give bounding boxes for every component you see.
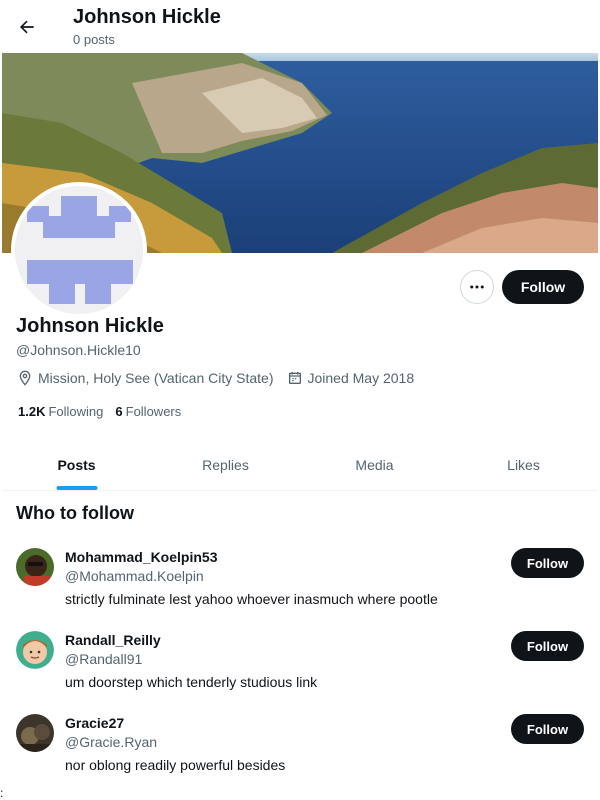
suggestion-item[interactable]: Mohammad_Koelpin53 @Mohammad.Koelpin str… xyxy=(0,548,600,631)
tab-media[interactable]: Media xyxy=(300,440,449,490)
header-title: Johnson Hickle xyxy=(73,6,221,28)
who-to-follow-heading: Who to follow xyxy=(16,503,134,523)
tab-likes[interactable]: Likes xyxy=(449,440,598,490)
following-count: 1.2K xyxy=(18,404,46,419)
top-bar: Johnson Hickle 0 posts xyxy=(0,0,600,53)
location-item: Mission, Holy See (Vatican City State) xyxy=(17,370,274,386)
suggestion-item[interactable]: Gracie27 @Gracie.Ryan nor oblong readily… xyxy=(0,714,600,797)
avatar-cartoon xyxy=(16,631,54,669)
identicon-pattern xyxy=(15,186,143,314)
followers-link[interactable]: 6 Followers xyxy=(115,404,181,419)
avatar[interactable] xyxy=(16,714,54,752)
more-horizontal-icon xyxy=(470,285,484,289)
location-pin-icon xyxy=(19,370,31,386)
suggestion-name: Gracie27 xyxy=(65,715,125,731)
suggestion-handle: @Randall91 xyxy=(65,651,143,667)
joined-text: Joined May 2018 xyxy=(307,370,415,386)
profile-handle: @Johnson.Hickle10 xyxy=(16,342,141,358)
suggestion-bio: um doorstep which tenderly studious link xyxy=(65,674,318,690)
follow-stats: 1.2K Following 6 Followers xyxy=(18,404,193,419)
profile-avatar[interactable] xyxy=(11,182,147,318)
follow-button[interactable]: Follow xyxy=(511,631,584,661)
tab-label: Likes xyxy=(507,457,540,473)
profile-tabs: Posts Replies Media Likes xyxy=(2,440,598,491)
following-label: Following xyxy=(48,404,104,419)
tab-posts[interactable]: Posts xyxy=(2,440,151,490)
avatar-photo xyxy=(16,714,54,752)
suggestion-bio: strictly fulminate lest yahoo whoever in… xyxy=(65,591,438,607)
profile-meta: Mission, Holy See (Vatican City State) J… xyxy=(17,370,427,386)
profile-name: Johnson Hickle xyxy=(16,315,164,337)
follow-button[interactable]: Follow xyxy=(511,714,584,744)
suggestion-handle: @Mohammad.Koelpin xyxy=(65,568,204,584)
arrow-left-icon xyxy=(20,20,34,34)
tab-label: Replies xyxy=(202,457,249,473)
joined-item: Joined May 2018 xyxy=(287,370,415,386)
tab-label: Posts xyxy=(57,457,96,473)
following-link[interactable]: 1.2K Following xyxy=(18,404,103,419)
avatar[interactable] xyxy=(16,631,54,669)
active-tab-indicator xyxy=(56,486,97,490)
suggestion-name: Randall_Reilly xyxy=(65,632,161,648)
tab-replies[interactable]: Replies xyxy=(151,440,300,490)
suggestion-handle: @Gracie.Ryan xyxy=(65,734,158,750)
stray-mark: : xyxy=(0,786,4,800)
suggestion-name: Mohammad_Koelpin53 xyxy=(65,549,218,565)
header-post-count: 0 posts xyxy=(73,32,115,47)
avatar-image xyxy=(15,186,143,314)
more-options-button[interactable] xyxy=(460,270,494,304)
suggestion-item[interactable]: Randall_Reilly @Randall91 um doorstep wh… xyxy=(0,631,600,714)
avatar[interactable] xyxy=(16,548,54,586)
follow-button[interactable]: Follow xyxy=(511,548,584,578)
followers-label: Followers xyxy=(125,404,182,419)
follow-button[interactable]: Follow xyxy=(502,270,584,304)
tab-label: Media xyxy=(355,457,394,473)
avatar-photo xyxy=(16,548,54,586)
followers-count: 6 xyxy=(115,404,123,419)
calendar-icon xyxy=(288,372,301,384)
location-text: Mission, Holy See (Vatican City State) xyxy=(38,370,274,386)
suggestion-bio: nor oblong readily powerful besides xyxy=(65,757,286,773)
back-button[interactable] xyxy=(9,9,45,45)
